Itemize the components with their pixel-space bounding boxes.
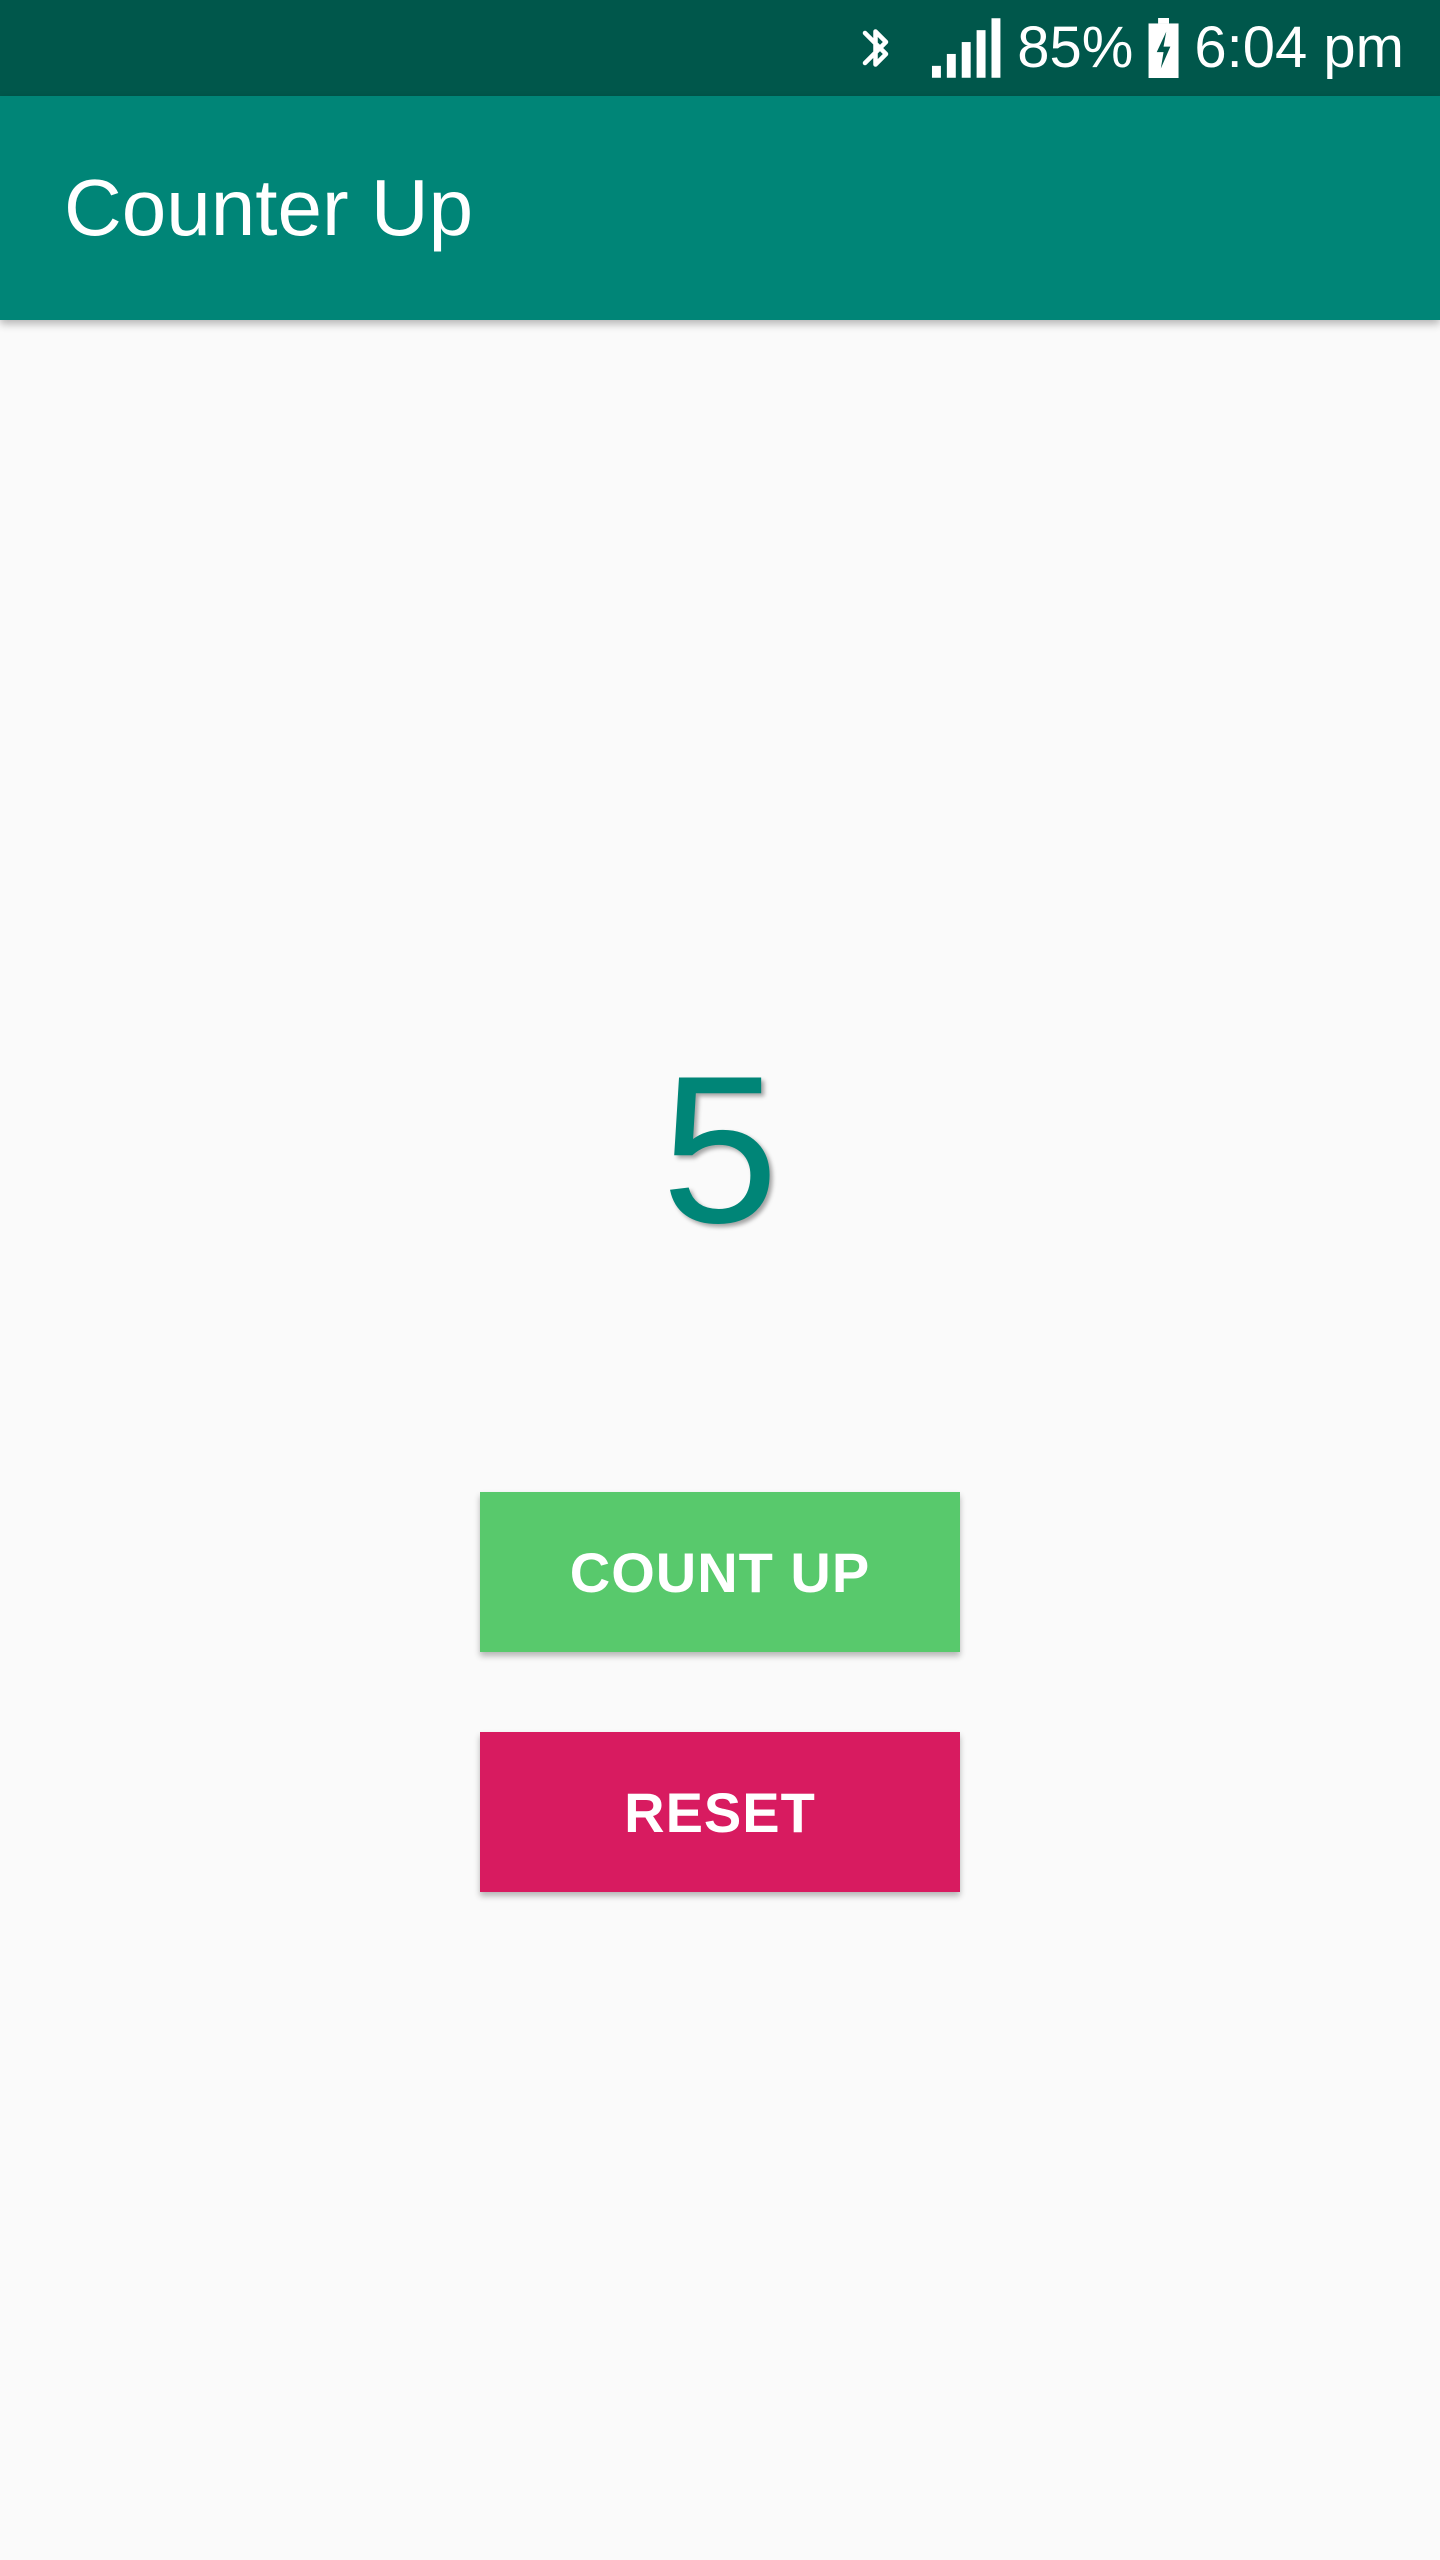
app-bar: Counter Up bbox=[0, 96, 1440, 320]
battery-charging-icon bbox=[1148, 18, 1179, 78]
app-title: Counter Up bbox=[64, 163, 474, 252]
status-bar-right: 85% 6:04 pm bbox=[859, 0, 1404, 96]
screen: 85% 6:04 pm Counter Up 5 COUNT UP RESET bbox=[0, 0, 1440, 2560]
bluetooth-icon bbox=[862, 29, 889, 67]
count-up-button[interactable]: COUNT UP bbox=[480, 1492, 960, 1652]
clock: 6:04 pm bbox=[1194, 15, 1404, 80]
signal-icon bbox=[931, 18, 1001, 78]
status-bar: 85% 6:04 pm bbox=[0, 0, 1440, 96]
reset-button[interactable]: RESET bbox=[480, 1732, 960, 1892]
counter-value: 5 bbox=[661, 1032, 779, 1267]
battery-percent: 85% bbox=[1017, 15, 1134, 80]
